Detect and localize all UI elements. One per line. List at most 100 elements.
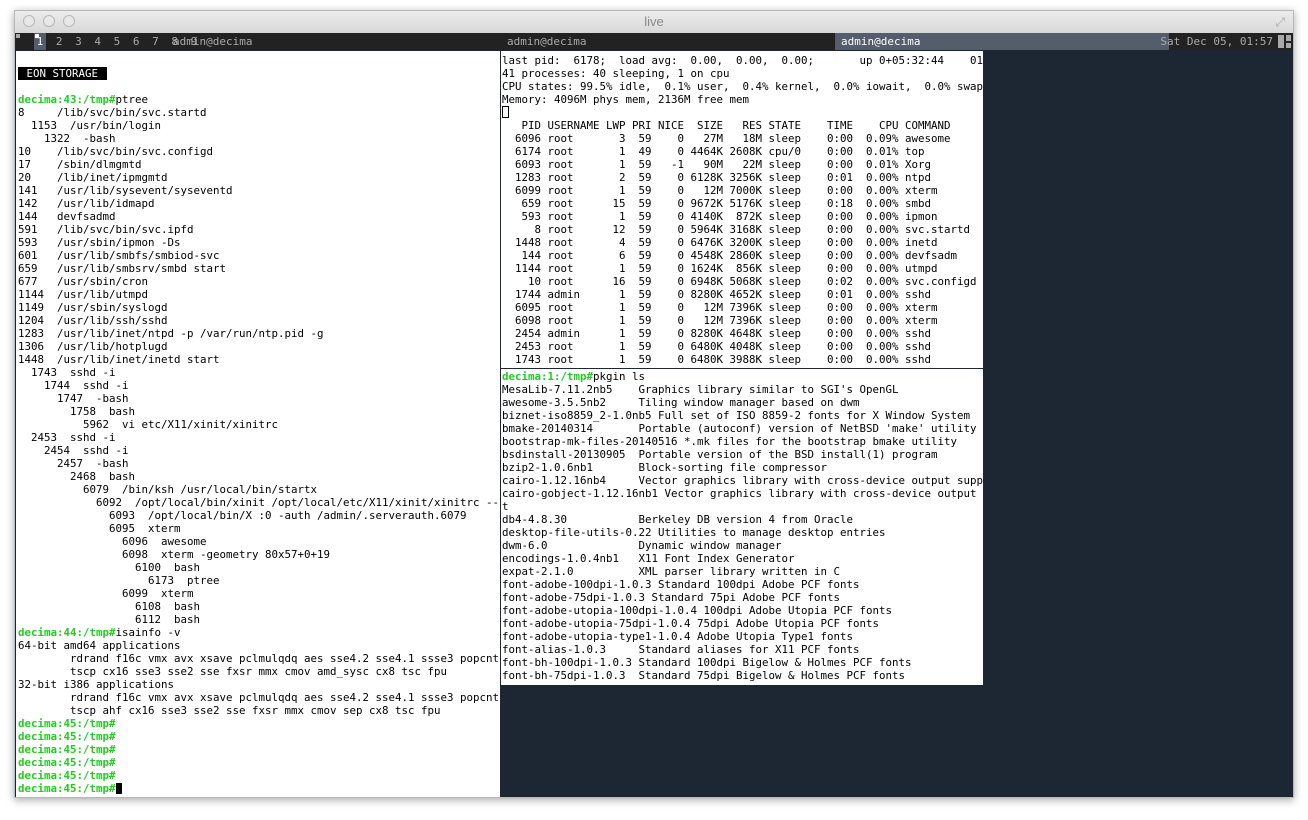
- package-row: font-adobe-100dpi-1.0.3 Standard 100dpi …: [502, 578, 860, 591]
- package-row: bmake-20140314 Portable (autoconf) versi…: [502, 422, 977, 435]
- layout-tile-icon[interactable]: [1278, 35, 1291, 48]
- package-row: expat-2.1.0 XML parser library written i…: [502, 565, 841, 578]
- output-line: 6079 /bin/ksh /usr/local/bin/startx: [18, 483, 318, 496]
- output-line: 593 /usr/sbin/ipmon -Ds: [18, 236, 181, 249]
- tag-5[interactable]: 5: [111, 33, 124, 50]
- tag-1[interactable]: 1: [33, 33, 47, 50]
- launcher-icon[interactable]: [15, 33, 27, 50]
- terminal-cursor: [115, 783, 122, 794]
- output-line: 1743 sshd -i: [18, 366, 116, 379]
- output-line: 6173 ptree: [18, 574, 220, 587]
- top-header-line: 41 processes: 40 sleeping, 1 on cpu: [502, 67, 730, 80]
- shell-prompt: decima:45:/tmp#: [18, 769, 116, 782]
- shell-prompt: decima:45:/tmp#: [18, 782, 116, 795]
- package-row: font-adobe-utopia-100dpi-1.0.4 100dpi Ad…: [502, 604, 893, 617]
- top-column-header: PID USERNAME LWP PRI NICE SIZE RES STATE…: [502, 119, 951, 132]
- package-row: bsdinstall-20130905 Portable version of …: [502, 448, 938, 461]
- output-line: rdrand f16c vmx avx xsave pclmulqdq aes …: [18, 652, 500, 665]
- tag-7[interactable]: 7: [149, 33, 162, 50]
- terminal-cursor: [502, 106, 509, 118]
- eon-storage-banner: EON STORAGE: [18, 67, 107, 80]
- package-row: font-adobe-utopia-type1-1.0.4 Adobe Utop…: [502, 630, 854, 643]
- process-row: 1448 root 4 59 0 6476K 3200K sleep 0:00 …: [502, 236, 938, 249]
- process-row: 6095 root 1 59 0 12M 7396K sleep 0:00 0.…: [502, 301, 938, 314]
- package-row: encodings-1.0.4nb1 X11 Font Index Genera…: [502, 552, 795, 565]
- command-line: decima:45:/tmp#: [18, 717, 500, 730]
- process-row: 1744 admin 1 59 0 8280K 4652K sleep 0:01…: [502, 288, 932, 301]
- shell-command: isainfo -v: [115, 626, 181, 639]
- package-row: font-alias-1.0.3 Standard aliases for X1…: [502, 643, 860, 656]
- output-line: 6096 awesome: [18, 535, 207, 548]
- output-line: 6092 /opt/local/bin/xinit /opt/local/etc…: [18, 496, 500, 509]
- process-row: 593 root 1 59 0 4140K 872K sleep 0:00 0.…: [502, 210, 938, 223]
- output-line: 6098 xterm -geometry 80x57+0+19: [18, 548, 331, 561]
- tag-6[interactable]: 6: [130, 33, 143, 50]
- output-line: 1144 /usr/lib/utmpd: [18, 288, 149, 301]
- shell-prompt: decima:45:/tmp#: [18, 743, 116, 756]
- top-header-line: CPU states: 99.5% idle, 0.1% user, 0.4% …: [502, 80, 983, 93]
- top-input-line: [502, 106, 983, 119]
- shell-command: pkgin ls: [593, 370, 646, 383]
- package-row: cairo-1.12.16nb4 Vector graphics library…: [502, 474, 983, 487]
- output-line: 17 /sbin/dlmgmtd: [18, 158, 142, 171]
- output-line: 1758 bash: [18, 405, 136, 418]
- process-row: 6099 root 1 59 0 12M 7000K sleep 0:00 0.…: [502, 184, 938, 197]
- terminal-output: decima:43:/tmp#ptree 8 /lib/svc/bin/svc.s…: [18, 93, 500, 782]
- package-row: t: [502, 500, 509, 513]
- terminal-pkgin[interactable]: decima:1:/tmp#pkgin ls MesaLib-7.11.2nb5…: [501, 369, 983, 685]
- output-line: 1283 /usr/lib/inet/ntpd -p /var/run/ntp.…: [18, 327, 324, 340]
- process-row: 2454 admin 1 59 0 8280K 4648K sleep 0:00…: [502, 327, 932, 340]
- output-line: 2468 bash: [18, 470, 136, 483]
- window-title: live: [644, 14, 664, 29]
- output-line: 8 /lib/svc/bin/svc.startd: [18, 106, 207, 119]
- package-row: biznet-iso8859_2-1.0nb5 Full set of ISO …: [502, 409, 971, 422]
- output-line: 142 /usr/lib/idmapd: [18, 197, 155, 210]
- package-row: MesaLib-7.11.2nb5 Graphics library simil…: [502, 383, 899, 396]
- pkgin-command-line: decima:1:/tmp#pkgin ls: [502, 370, 983, 383]
- command-line: decima:43:/tmp#ptree: [18, 93, 500, 106]
- process-row: 6093 root 1 59 -1 90M 22M sleep 0:00 0.0…: [502, 158, 932, 171]
- process-table: 6096 root 3 59 0 27M 18M sleep 0:00 0.09…: [502, 132, 983, 366]
- task-item-1[interactable]: admin@decima: [167, 33, 501, 50]
- output-line: 6108 bash: [18, 600, 201, 613]
- process-row: 8 root 12 59 0 5964K 3168K sleep 0:00 0.…: [502, 223, 971, 236]
- shell-prompt: decima:1:/tmp#: [502, 370, 594, 383]
- tag-2[interactable]: 2: [53, 33, 66, 50]
- fullscreen-icon[interactable]: ⤢: [1275, 15, 1285, 30]
- output-line: 20 /lib/inet/ipmgmtd: [18, 171, 168, 184]
- output-line: 601 /usr/lib/smbfs/smbiod-svc: [18, 249, 220, 262]
- process-row: 6096 root 3 59 0 27M 18M sleep 0:00 0.09…: [502, 132, 951, 145]
- shell-prompt: decima:45:/tmp#: [18, 717, 116, 730]
- package-row: font-adobe-utopia-75dpi-1.0.4 75dpi Adob…: [502, 617, 880, 630]
- output-line: 2454 sshd -i: [18, 444, 129, 457]
- tag-4[interactable]: 4: [91, 33, 104, 50]
- output-line: 6112 bash: [18, 613, 201, 626]
- terminal-ptree[interactable]: EON STORAGE decima:43:/tmp#ptree 8 /lib/s…: [16, 51, 500, 797]
- clock-widget: Sat Dec 05, 01:57: [1160, 35, 1273, 48]
- output-line: 141 /usr/lib/sysevent/syseventd: [18, 184, 233, 197]
- output-line: 1149 /usr/sbin/syslogd: [18, 301, 168, 314]
- process-row: 6174 root 1 49 0 4464K 2608K cpu/0 0:00 …: [502, 145, 925, 158]
- top-summary: last pid: 6178; load avg: 0.00, 0.00, 0.…: [502, 54, 983, 106]
- output-line: 1306 /usr/lib/hotplugd: [18, 340, 168, 353]
- output-line: 2453 sshd -i: [18, 431, 116, 444]
- shell-prompt: decima:45:/tmp#: [18, 756, 116, 769]
- terminal-top[interactable]: last pid: 6178; load avg: 0.00, 0.00, 0.…: [501, 51, 983, 368]
- output-line: 677 /usr/sbin/cron: [18, 275, 149, 288]
- package-row: cairo-gobject-1.12.16nb1 Vector graphics…: [502, 487, 983, 500]
- window-titlebar[interactable]: live ⤢: [15, 11, 1293, 34]
- output-line: 1322 -bash: [18, 132, 116, 145]
- package-row: font-adobe-75dpi-1.0.3 Standard 75pi Ado…: [502, 591, 841, 604]
- package-row: db4-4.8.30 Berkeley DB version 4 from Or…: [502, 513, 854, 526]
- tag-3[interactable]: 3: [72, 33, 85, 50]
- task-item-3[interactable]: admin@decima: [835, 33, 1169, 50]
- output-line: 659 /usr/lib/smbsrv/smbd start: [18, 262, 227, 275]
- package-row: font-bh-100dpi-1.0.3 Standard 100dpi Big…: [502, 656, 912, 669]
- output-line: 1747 -bash: [18, 392, 129, 405]
- task-item-2[interactable]: admin@decima: [501, 33, 835, 50]
- output-line: 64-bit amd64 applications: [18, 639, 181, 652]
- process-row: 2453 root 1 59 0 6480K 4048K sleep 0:00 …: [502, 340, 932, 353]
- output-line: 1153 /usr/bin/login: [18, 119, 162, 132]
- output-line: rdrand f16c vmx avx xsave pclmulqdq aes …: [18, 691, 500, 704]
- command-line: decima:45:/tmp#: [18, 730, 500, 743]
